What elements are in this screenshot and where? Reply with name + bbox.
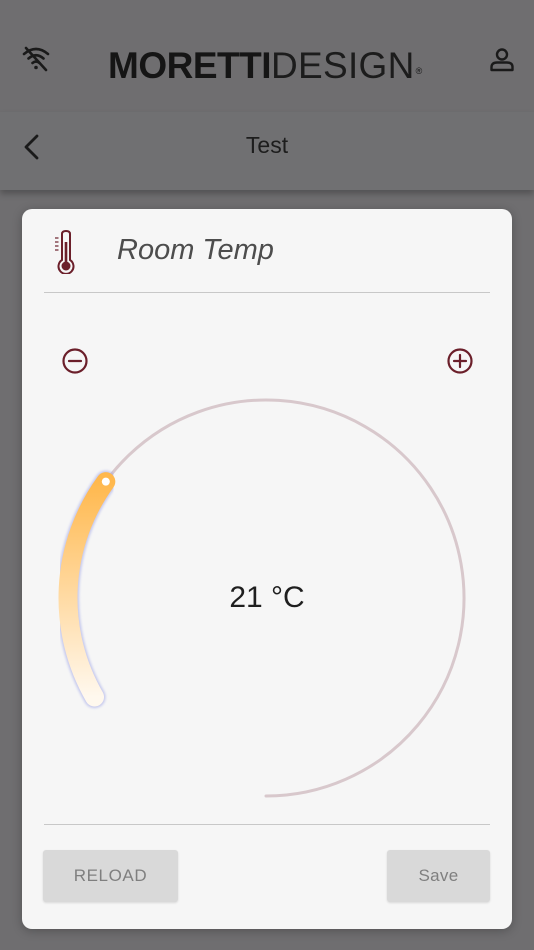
wifi-off-icon[interactable] bbox=[21, 44, 51, 72]
divider bbox=[44, 292, 490, 293]
plus-circle-icon[interactable] bbox=[445, 346, 475, 376]
page-title: Test bbox=[245, 132, 289, 158]
thermostat-card bbox=[22, 209, 512, 929]
temperature-readout: 21 °C bbox=[229, 581, 305, 614]
person-icon[interactable] bbox=[488, 46, 516, 74]
brand-logo-light: DESIGN bbox=[270, 45, 415, 86]
thermometer-icon bbox=[55, 230, 75, 274]
registered-mark: ® bbox=[415, 66, 423, 76]
reload-button[interactable]: RELOAD bbox=[43, 850, 178, 902]
app-header: MORETTIDESIGN® bbox=[0, 0, 534, 112]
card-title: Room Temp bbox=[117, 234, 274, 266]
divider bbox=[44, 824, 490, 825]
brand-logo-bold: MORETTI bbox=[108, 45, 271, 86]
minus-circle-icon[interactable] bbox=[60, 346, 90, 376]
save-button[interactable]: Save bbox=[387, 850, 490, 902]
brand-logo: MORETTIDESIGN® bbox=[108, 46, 423, 86]
